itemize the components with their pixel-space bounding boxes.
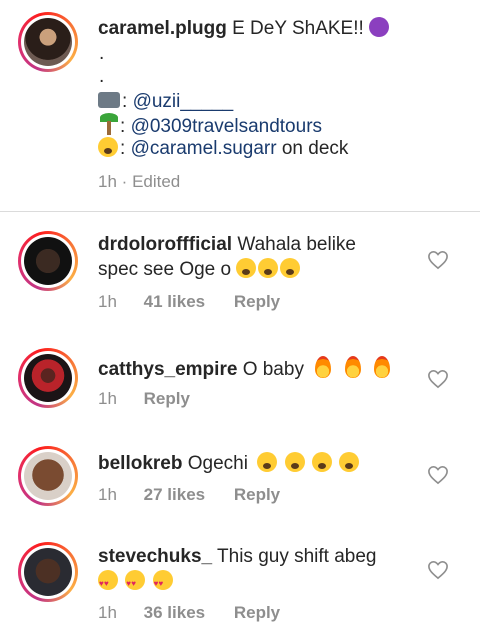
post-caption-line: caramel.plugg E DeY ShAKE!! (98, 17, 391, 41)
avatar-image (24, 18, 72, 66)
heart-eyes-emoji-icon (125, 570, 146, 596)
avatar-image (24, 452, 72, 500)
comment-avatar[interactable] (18, 542, 78, 602)
palm-tree-icon (98, 113, 118, 135)
comment-body: Wahala belike (237, 234, 356, 255)
comment-text-line2: spec see Oge o (98, 258, 302, 282)
like-heart-icon[interactable] (427, 465, 449, 485)
comment-meta: 1h 27 likes Reply (98, 485, 280, 505)
sweat-smile-emoji-icon (280, 258, 301, 278)
comment-time: 1h (98, 292, 117, 311)
comment-body: spec see Oge o (98, 259, 232, 280)
astonished-emoji-icon (257, 452, 278, 472)
comment-text: bellokreb Ogechi (98, 452, 361, 476)
comment-username[interactable]: bellokreb (98, 453, 182, 474)
mention-link[interactable]: @uzii_____ (133, 91, 234, 112)
avatar-image (24, 237, 72, 285)
caption-dot: . (99, 43, 105, 64)
comment-avatar[interactable] (18, 231, 78, 291)
comment-likes[interactable]: 36 likes (144, 603, 205, 622)
avatar-image (24, 354, 72, 402)
grimace-emoji-icon (98, 137, 118, 157)
comment-avatar[interactable] (18, 446, 78, 506)
comment-time: 1h (98, 389, 117, 408)
like-heart-icon[interactable] (427, 250, 449, 270)
post-time: 1h (98, 172, 117, 191)
camera-icon (98, 92, 120, 108)
mention-link[interactable]: @0309travelsandtours (131, 116, 322, 137)
post-username[interactable]: caramel.plugg (98, 18, 227, 39)
reply-button[interactable]: Reply (144, 389, 190, 408)
like-heart-icon[interactable] (427, 369, 449, 389)
comment-text: drdoloroffficial Wahala belike (98, 233, 356, 257)
comment-meta: 1h 36 likes Reply (98, 603, 280, 623)
credit-suffix: on deck (281, 138, 349, 159)
divider (0, 211, 480, 212)
comment-username[interactable]: stevechuks_ (98, 546, 212, 567)
astonished-emoji-icon (284, 452, 305, 472)
avatar-image (24, 548, 72, 596)
credit-line: : @uzii_____ (98, 90, 233, 114)
comment-avatar[interactable] (18, 348, 78, 408)
heart-eyes-emoji-icon (152, 570, 173, 596)
grin-emoji-icon (258, 258, 279, 278)
astonished-emoji-icon (311, 452, 332, 472)
comment-text: catthys_empire O baby (98, 356, 392, 382)
comment-username[interactable]: drdoloroffficial (98, 234, 232, 255)
post-meta: 1h · Edited (98, 172, 180, 192)
post-avatar[interactable] (18, 12, 78, 72)
like-heart-icon[interactable] (427, 560, 449, 580)
fire-emoji-icon (373, 356, 390, 378)
caption-dot: . (99, 66, 105, 87)
flushed-emoji-icon (236, 258, 257, 278)
comment-time: 1h (98, 603, 117, 622)
comment-body: O baby (242, 359, 304, 380)
meta-separator: · (121, 172, 128, 191)
comment-username[interactable]: catthys_empire (98, 359, 237, 380)
comment-emoji-line (98, 570, 175, 596)
credit-line: : @0309travelsandtours (98, 113, 322, 139)
edited-label: Edited (132, 172, 181, 191)
mention-link[interactable]: @caramel.sugarr (131, 138, 277, 159)
reply-button[interactable]: Reply (234, 485, 280, 504)
reply-button[interactable]: Reply (234, 292, 280, 311)
devil-emoji-icon (369, 17, 390, 37)
astonished-emoji-icon (339, 452, 360, 472)
fire-emoji-icon (315, 356, 332, 378)
comment-likes[interactable]: 27 likes (144, 485, 205, 504)
comment-body: Ogechi (187, 453, 248, 474)
fire-emoji-icon (344, 356, 361, 378)
heart-eyes-emoji-icon (98, 570, 118, 596)
comment-meta: 1h Reply (98, 389, 190, 409)
credit-line: : @caramel.sugarr on deck (98, 137, 348, 161)
comment-body: This guy shift abeg (217, 546, 377, 567)
comment-time: 1h (98, 485, 117, 504)
post-caption: E DeY ShAKE!! (232, 18, 364, 39)
reply-button[interactable]: Reply (234, 603, 280, 622)
comment-meta: 1h 41 likes Reply (98, 292, 280, 312)
comment-text: stevechuks_ This guy shift abeg (98, 545, 377, 569)
comment-likes[interactable]: 41 likes (144, 292, 205, 311)
